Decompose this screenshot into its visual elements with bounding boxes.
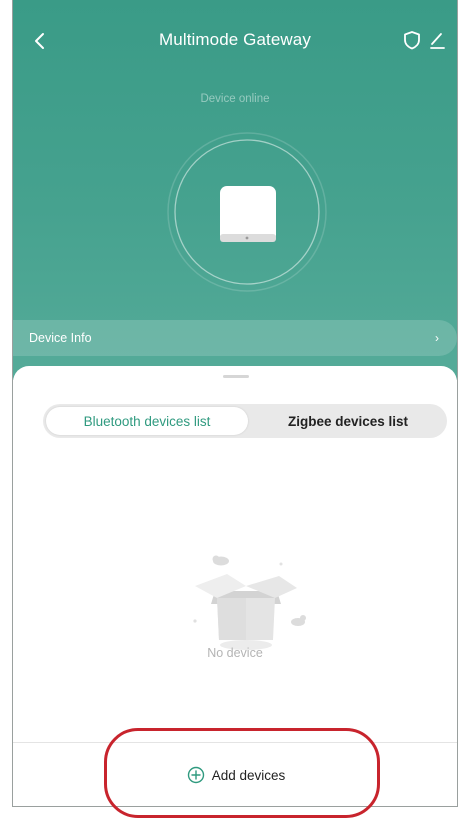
add-devices-button[interactable]: Add devices (161, 757, 311, 793)
empty-box-icon (181, 546, 311, 656)
plus-circle-icon (187, 766, 204, 784)
device-list-tabs: Bluetooth devices list Zigbee devices li… (43, 404, 447, 438)
app-frame: Multimode Gateway Device online Device I… (12, 0, 458, 807)
device-header: Multimode Gateway Device online Device I… (13, 0, 457, 380)
chevron-right-icon: › (435, 331, 439, 345)
device-status: Device online (200, 93, 270, 105)
add-devices-label: Add devices (211, 767, 286, 783)
drag-handle[interactable] (223, 375, 249, 378)
page-title: Multimode Gateway (159, 30, 311, 49)
device-info-label: Device Info (29, 331, 92, 345)
empty-state-text: No device (207, 646, 263, 660)
chevron-left-icon (35, 33, 44, 49)
edit-button[interactable] (426, 28, 448, 52)
shield-icon (404, 31, 420, 50)
devices-sheet: Bluetooth devices list Zigbee devices li… (13, 366, 457, 806)
device-info-row[interactable]: Device Info › (13, 320, 457, 356)
back-button[interactable] (27, 28, 53, 54)
edit-icon (430, 33, 445, 49)
tab-zigbee-devices[interactable]: Zigbee devices list (253, 407, 443, 435)
footer-divider (13, 742, 457, 743)
device-image (165, 130, 329, 294)
security-button[interactable] (401, 28, 423, 52)
tab-bluetooth-devices[interactable]: Bluetooth devices list (46, 407, 248, 435)
